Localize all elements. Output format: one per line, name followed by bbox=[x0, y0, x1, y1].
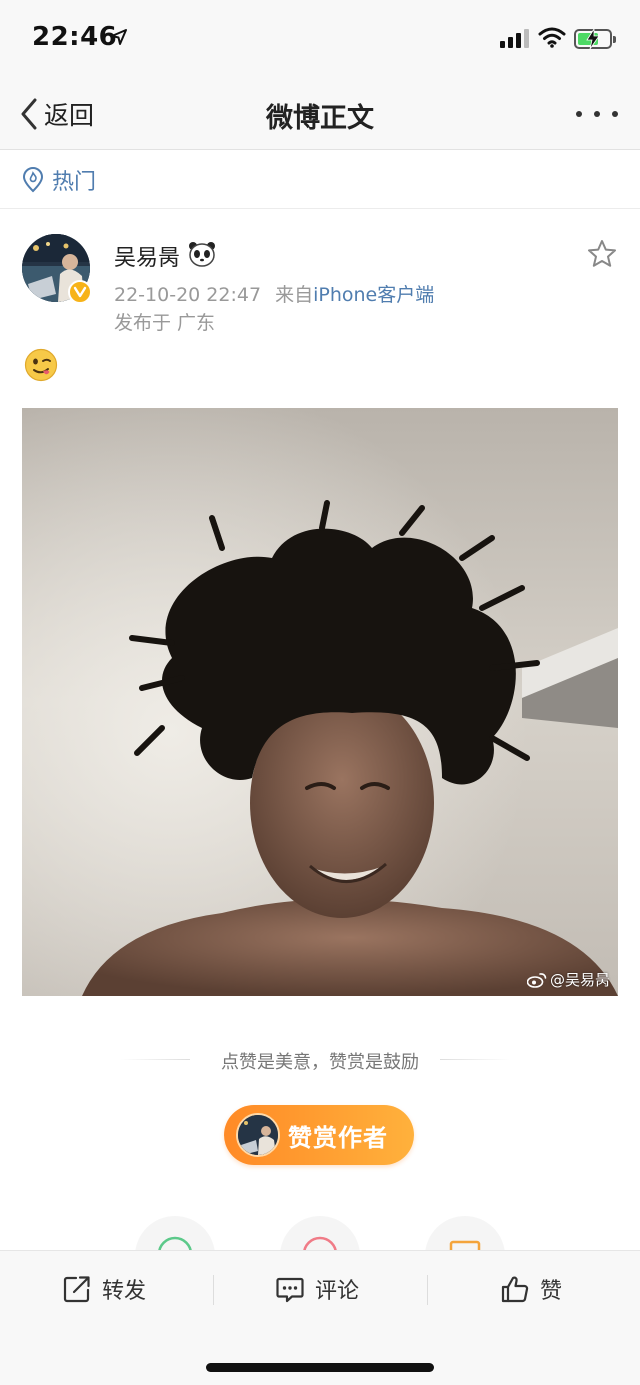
verified-badge-icon bbox=[68, 280, 92, 304]
more-dot-icon bbox=[594, 111, 600, 117]
post-timestamp: 22-10-20 22:47 bbox=[114, 284, 262, 306]
nav-bar: 返回 微博正文 bbox=[0, 80, 640, 150]
reward-avatar bbox=[236, 1113, 280, 1157]
source-prefix: 来自 bbox=[275, 284, 314, 306]
post-meta: 22-10-20 22:47 来自iPhone客户端 bbox=[114, 280, 434, 307]
reward-tagline: 点赞是美意，赞赏是鼓励 bbox=[0, 1048, 640, 1074]
more-dot-icon bbox=[576, 111, 582, 117]
photo-watermark: @吴易昺 bbox=[526, 969, 610, 990]
smirk-tongue-emoji-icon bbox=[24, 348, 58, 382]
bottom-toolbar: 转发 评论 赞 bbox=[0, 1250, 640, 1385]
repost-button[interactable]: 转发 bbox=[62, 1269, 146, 1309]
comment-icon bbox=[276, 1277, 304, 1303]
weibo-logo-icon bbox=[526, 972, 547, 988]
divider-line bbox=[120, 1059, 190, 1060]
more-dot-icon bbox=[612, 111, 618, 117]
toolbar-divider bbox=[427, 1275, 428, 1305]
status-time: 22:46 bbox=[32, 22, 118, 52]
repost-label: 转发 bbox=[102, 1279, 147, 1304]
toolbar-divider bbox=[213, 1275, 214, 1305]
hot-label: 热门 bbox=[52, 169, 97, 195]
thumbs-up-icon bbox=[501, 1276, 529, 1303]
hot-flame-pin-icon bbox=[22, 166, 44, 192]
cellular-signal-icon bbox=[500, 28, 532, 48]
user-name[interactable]: 吴易昺 bbox=[114, 240, 180, 272]
battery-icon bbox=[574, 29, 616, 49]
status-bar: 22:46 bbox=[0, 0, 640, 80]
comment-button[interactable]: 评论 bbox=[275, 1269, 359, 1309]
favorite-star-icon[interactable] bbox=[586, 238, 618, 270]
page-title: 微博正文 bbox=[266, 103, 374, 134]
reward-tagline-text: 点赞是美意，赞赏是鼓励 bbox=[221, 1052, 419, 1073]
reward-author-button[interactable]: 赞赏作者 bbox=[224, 1105, 414, 1165]
like-button[interactable]: 赞 bbox=[500, 1269, 562, 1309]
charging-bolt-icon bbox=[586, 29, 600, 49]
wifi-icon bbox=[538, 27, 566, 48]
comment-label: 评论 bbox=[315, 1279, 360, 1304]
divider-line bbox=[440, 1059, 510, 1060]
post-photo[interactable]: @吴易昺 bbox=[22, 408, 618, 996]
watermark-text: @吴易昺 bbox=[549, 971, 610, 989]
photo-image bbox=[22, 408, 618, 996]
post-source-link[interactable]: iPhone客户端 bbox=[313, 284, 434, 306]
hot-topic-strip[interactable]: 热门 bbox=[0, 151, 640, 209]
repost-icon bbox=[63, 1276, 90, 1303]
reward-button-label: 赞赏作者 bbox=[288, 1123, 388, 1152]
location-arrow-icon bbox=[111, 29, 127, 45]
like-label: 赞 bbox=[540, 1279, 563, 1304]
more-options-button[interactable] bbox=[576, 102, 618, 126]
post-location: 发布于 广东 bbox=[114, 312, 216, 334]
panda-icon bbox=[189, 242, 215, 267]
home-indicator[interactable] bbox=[206, 1363, 434, 1372]
